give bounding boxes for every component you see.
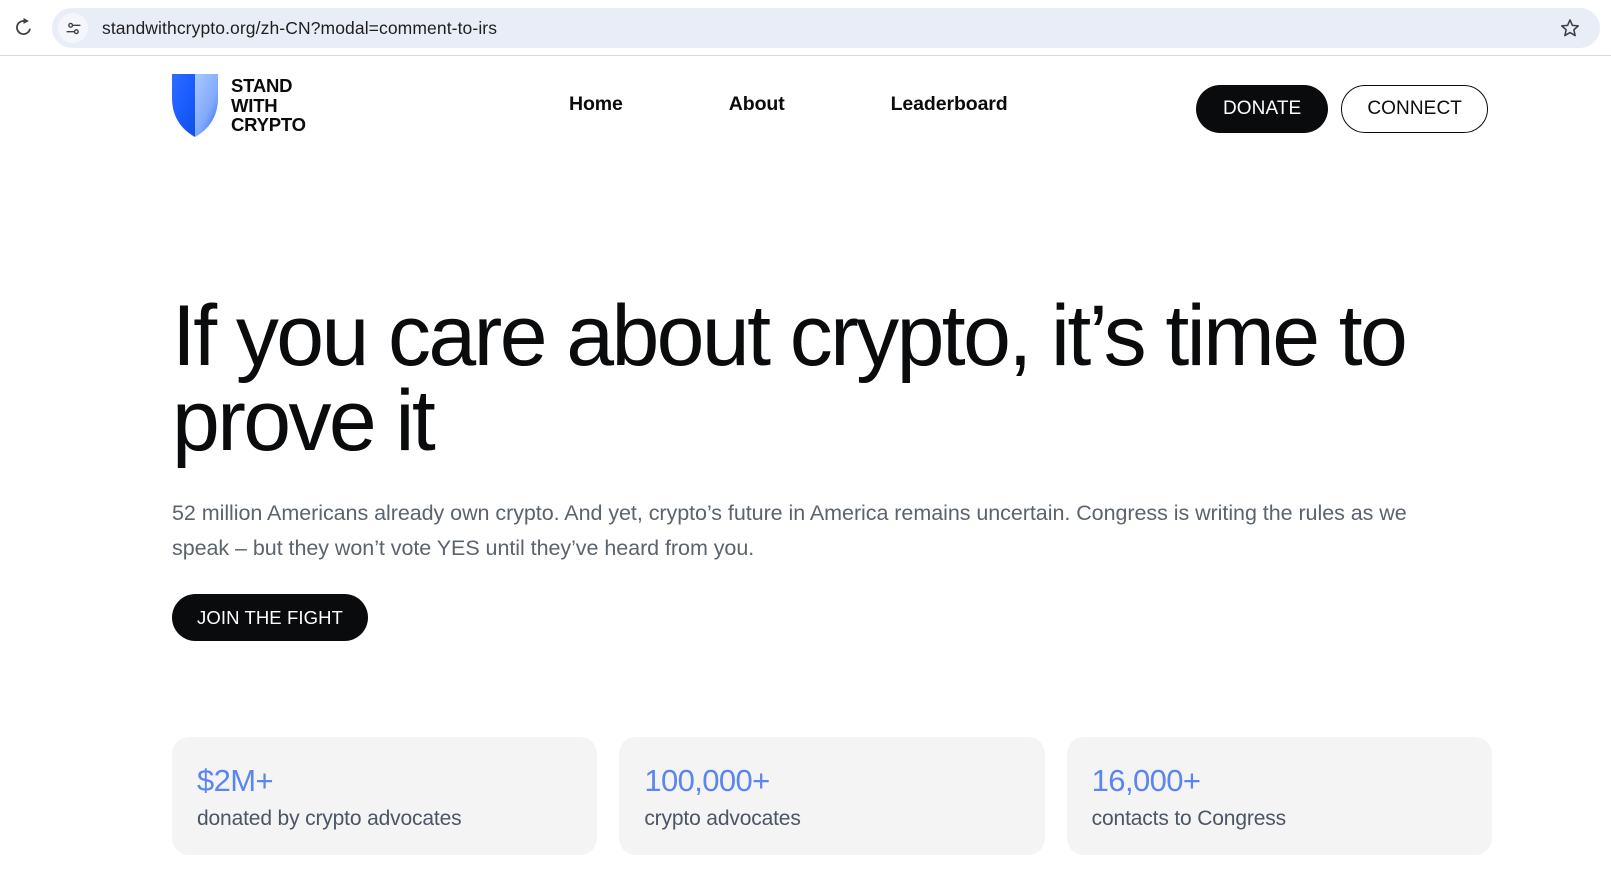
page-title: If you care about crypto, it’s time to p… [172, 288, 1408, 470]
browser-chrome: standwithcrypto.org/zh-CN?modal=comment-… [0, 0, 1611, 56]
stat-card-donated: $2M+ donated by crypto advocates [172, 737, 598, 855]
hero-section: If you care about crypto, it’s time to p… [172, 288, 1492, 642]
header-actions: DONATE CONNECT [1195, 85, 1488, 133]
stat-value: $2M+ [197, 763, 274, 798]
join-the-fight-button[interactable]: JOIN THE FIGHT [172, 594, 368, 642]
stats-row: $2M+ donated by crypto advocates 100,000… [172, 737, 1492, 855]
stat-label: donated by crypto advocates [197, 806, 462, 830]
page-viewport: STAND WITH CRYPTO Home About Leaderboard… [0, 57, 1611, 887]
stat-label: contacts to Congress [1091, 806, 1286, 830]
stat-label: crypto advocates [644, 806, 801, 830]
star-outline-icon [1560, 19, 1580, 37]
nav-link-leaderboard[interactable]: Leaderboard [891, 93, 1008, 116]
reload-icon [15, 18, 31, 35]
nav-link-about[interactable]: About [729, 93, 785, 116]
brand-logo[interactable]: STAND WITH CRYPTO [172, 74, 306, 137]
reload-button[interactable] [5, 10, 41, 46]
stat-value: 100,000+ [644, 763, 770, 798]
connect-button[interactable]: CONNECT [1341, 85, 1488, 133]
nav-link-home[interactable]: Home [569, 93, 623, 116]
stat-value: 16,000+ [1091, 763, 1201, 798]
tune-sliders-icon [65, 22, 81, 34]
hero-subtitle: 52 million Americans already own crypto.… [172, 501, 1407, 560]
site-header: STAND WITH CRYPTO Home About Leaderboard… [0, 57, 1611, 161]
site-info-button[interactable] [58, 13, 88, 43]
donate-button[interactable]: DONATE [1195, 85, 1329, 133]
omnibox[interactable]: standwithcrypto.org/zh-CN?modal=comment-… [52, 8, 1600, 48]
stat-card-contacts: 16,000+ contacts to Congress [1066, 737, 1492, 855]
brand-wordmark: STAND WITH CRYPTO [231, 74, 306, 136]
primary-nav: Home About Leaderboard [569, 93, 1008, 116]
bookmark-button[interactable] [1554, 12, 1586, 44]
address-bar-url[interactable]: standwithcrypto.org/zh-CN?modal=comment-… [102, 18, 1554, 39]
stat-card-advocates: 100,000+ crypto advocates [619, 737, 1045, 855]
shield-logo-icon [172, 74, 218, 137]
